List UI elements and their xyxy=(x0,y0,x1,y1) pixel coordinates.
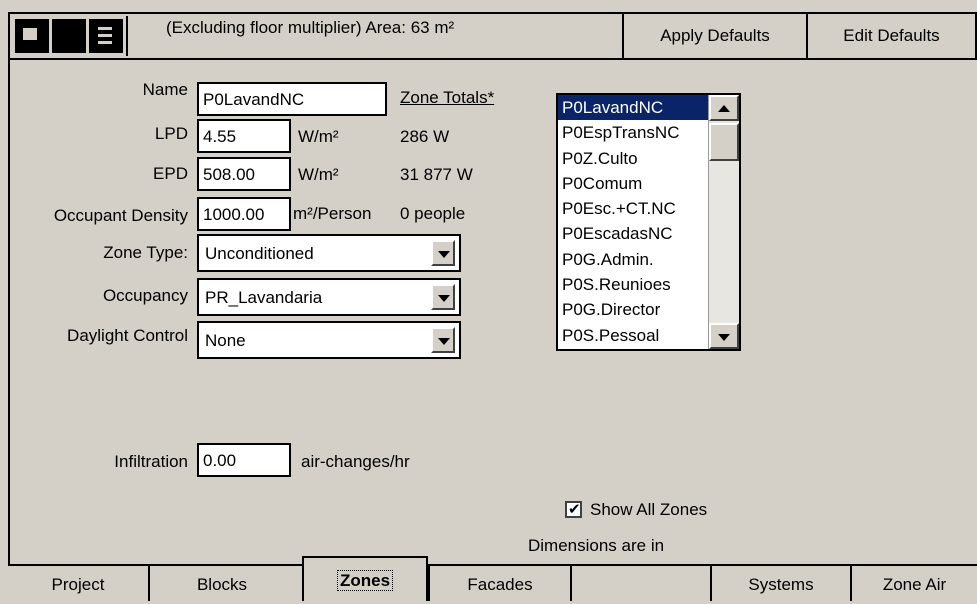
zone-list-view-icon[interactable] xyxy=(89,19,123,53)
tab-label: Blocks xyxy=(196,575,248,594)
tab-project[interactable]: Project xyxy=(8,566,148,601)
tab-label: Facades xyxy=(467,575,533,594)
tab-blocks[interactable]: Blocks xyxy=(148,566,294,601)
chevron-down-icon[interactable] xyxy=(431,284,455,310)
edit-defaults-label: Edit Defaults xyxy=(843,26,940,45)
chevron-down-icon[interactable] xyxy=(431,327,455,353)
show-all-zones-label: Show All Zones xyxy=(590,500,708,519)
tab-zone-air[interactable]: Zone Air xyxy=(850,566,977,601)
toolbar-divider xyxy=(126,16,128,56)
zone-listbox[interactable]: P0LavandNC P0EspTransNC P0Z.Culto P0Comum P0… xyxy=(556,93,741,351)
tab-label: Project xyxy=(51,575,105,594)
occupancy-value: PR_Lavandaria xyxy=(205,288,323,307)
occupant-density-label: Occupant Density xyxy=(53,206,188,225)
top-toolbar: Apply Defaults Edit Defaults xyxy=(8,12,977,60)
epd-label: EPD xyxy=(153,164,188,183)
tab-facades[interactable]: Facades xyxy=(428,566,570,601)
tab-label: Zone Air xyxy=(882,575,947,594)
chevron-down-icon[interactable] xyxy=(431,240,455,266)
tab-systems[interactable]: Systems xyxy=(710,566,850,601)
lpd-unit: W/m² xyxy=(298,127,339,146)
tab-blank[interactable] xyxy=(570,566,710,601)
name-label: Name xyxy=(142,80,188,99)
infiltration-label: Infiltration xyxy=(114,452,188,471)
daylight-control-dropdown[interactable]: None xyxy=(197,321,461,359)
zone-outline-view-icon[interactable] xyxy=(15,19,49,53)
zone-type-value: Unconditioned xyxy=(205,244,314,263)
zone-totals-label: Zone Totals* xyxy=(400,88,495,107)
daylight-control-value: None xyxy=(205,331,246,350)
dimensions-text: Dimensions are in xyxy=(528,536,665,555)
tab-bar: Project Blocks Zones Facades Systems Zon… xyxy=(8,556,977,601)
zone-type-label: Zone Type: xyxy=(103,243,188,262)
epd-field[interactable]: 508.00 xyxy=(197,157,291,191)
zone-type-dropdown[interactable]: Unconditioned xyxy=(197,234,461,272)
zone-solid-view-icon[interactable] xyxy=(52,19,86,53)
name-field[interactable]: P0LavandNC xyxy=(197,82,387,116)
area-text: (Excluding floor multiplier) Area: 63 m² xyxy=(166,18,455,37)
scroll-up-icon[interactable] xyxy=(709,95,739,121)
infiltration-field[interactable]: 0.00 xyxy=(197,443,291,477)
show-all-zones-checkbox[interactable] xyxy=(565,500,582,518)
tab-zones[interactable]: Zones xyxy=(302,556,428,601)
occupancy-dropdown[interactable]: PR_Lavandaria xyxy=(197,278,461,316)
epd-total: 31 877 W xyxy=(400,165,473,184)
occupant-total: 0 people xyxy=(400,204,466,223)
panel-border xyxy=(8,60,10,564)
tab-label: Zones xyxy=(336,570,394,591)
infiltration-unit: air-changes/hr xyxy=(301,452,410,471)
scroll-thumb[interactable] xyxy=(709,123,739,161)
apply-defaults-button[interactable]: Apply Defaults xyxy=(622,14,806,58)
edit-defaults-button[interactable]: Edit Defaults xyxy=(806,14,975,58)
occupancy-label: Occupancy xyxy=(102,286,188,305)
daylight-control-label: Daylight Control xyxy=(67,326,188,345)
apply-defaults-label: Apply Defaults xyxy=(660,26,770,45)
epd-unit: W/m² xyxy=(298,165,339,184)
tab-label: Systems xyxy=(748,575,814,594)
occupant-density-field[interactable]: 1000.00 xyxy=(197,197,291,231)
scroll-down-icon[interactable] xyxy=(709,323,739,349)
lpd-field[interactable]: 4.55 xyxy=(197,119,291,153)
zone-list-scrollbar[interactable] xyxy=(708,95,739,349)
lpd-label: LPD xyxy=(154,124,188,143)
lpd-total: 286 W xyxy=(400,127,450,146)
occupant-density-unit: m²/Person xyxy=(293,204,372,223)
